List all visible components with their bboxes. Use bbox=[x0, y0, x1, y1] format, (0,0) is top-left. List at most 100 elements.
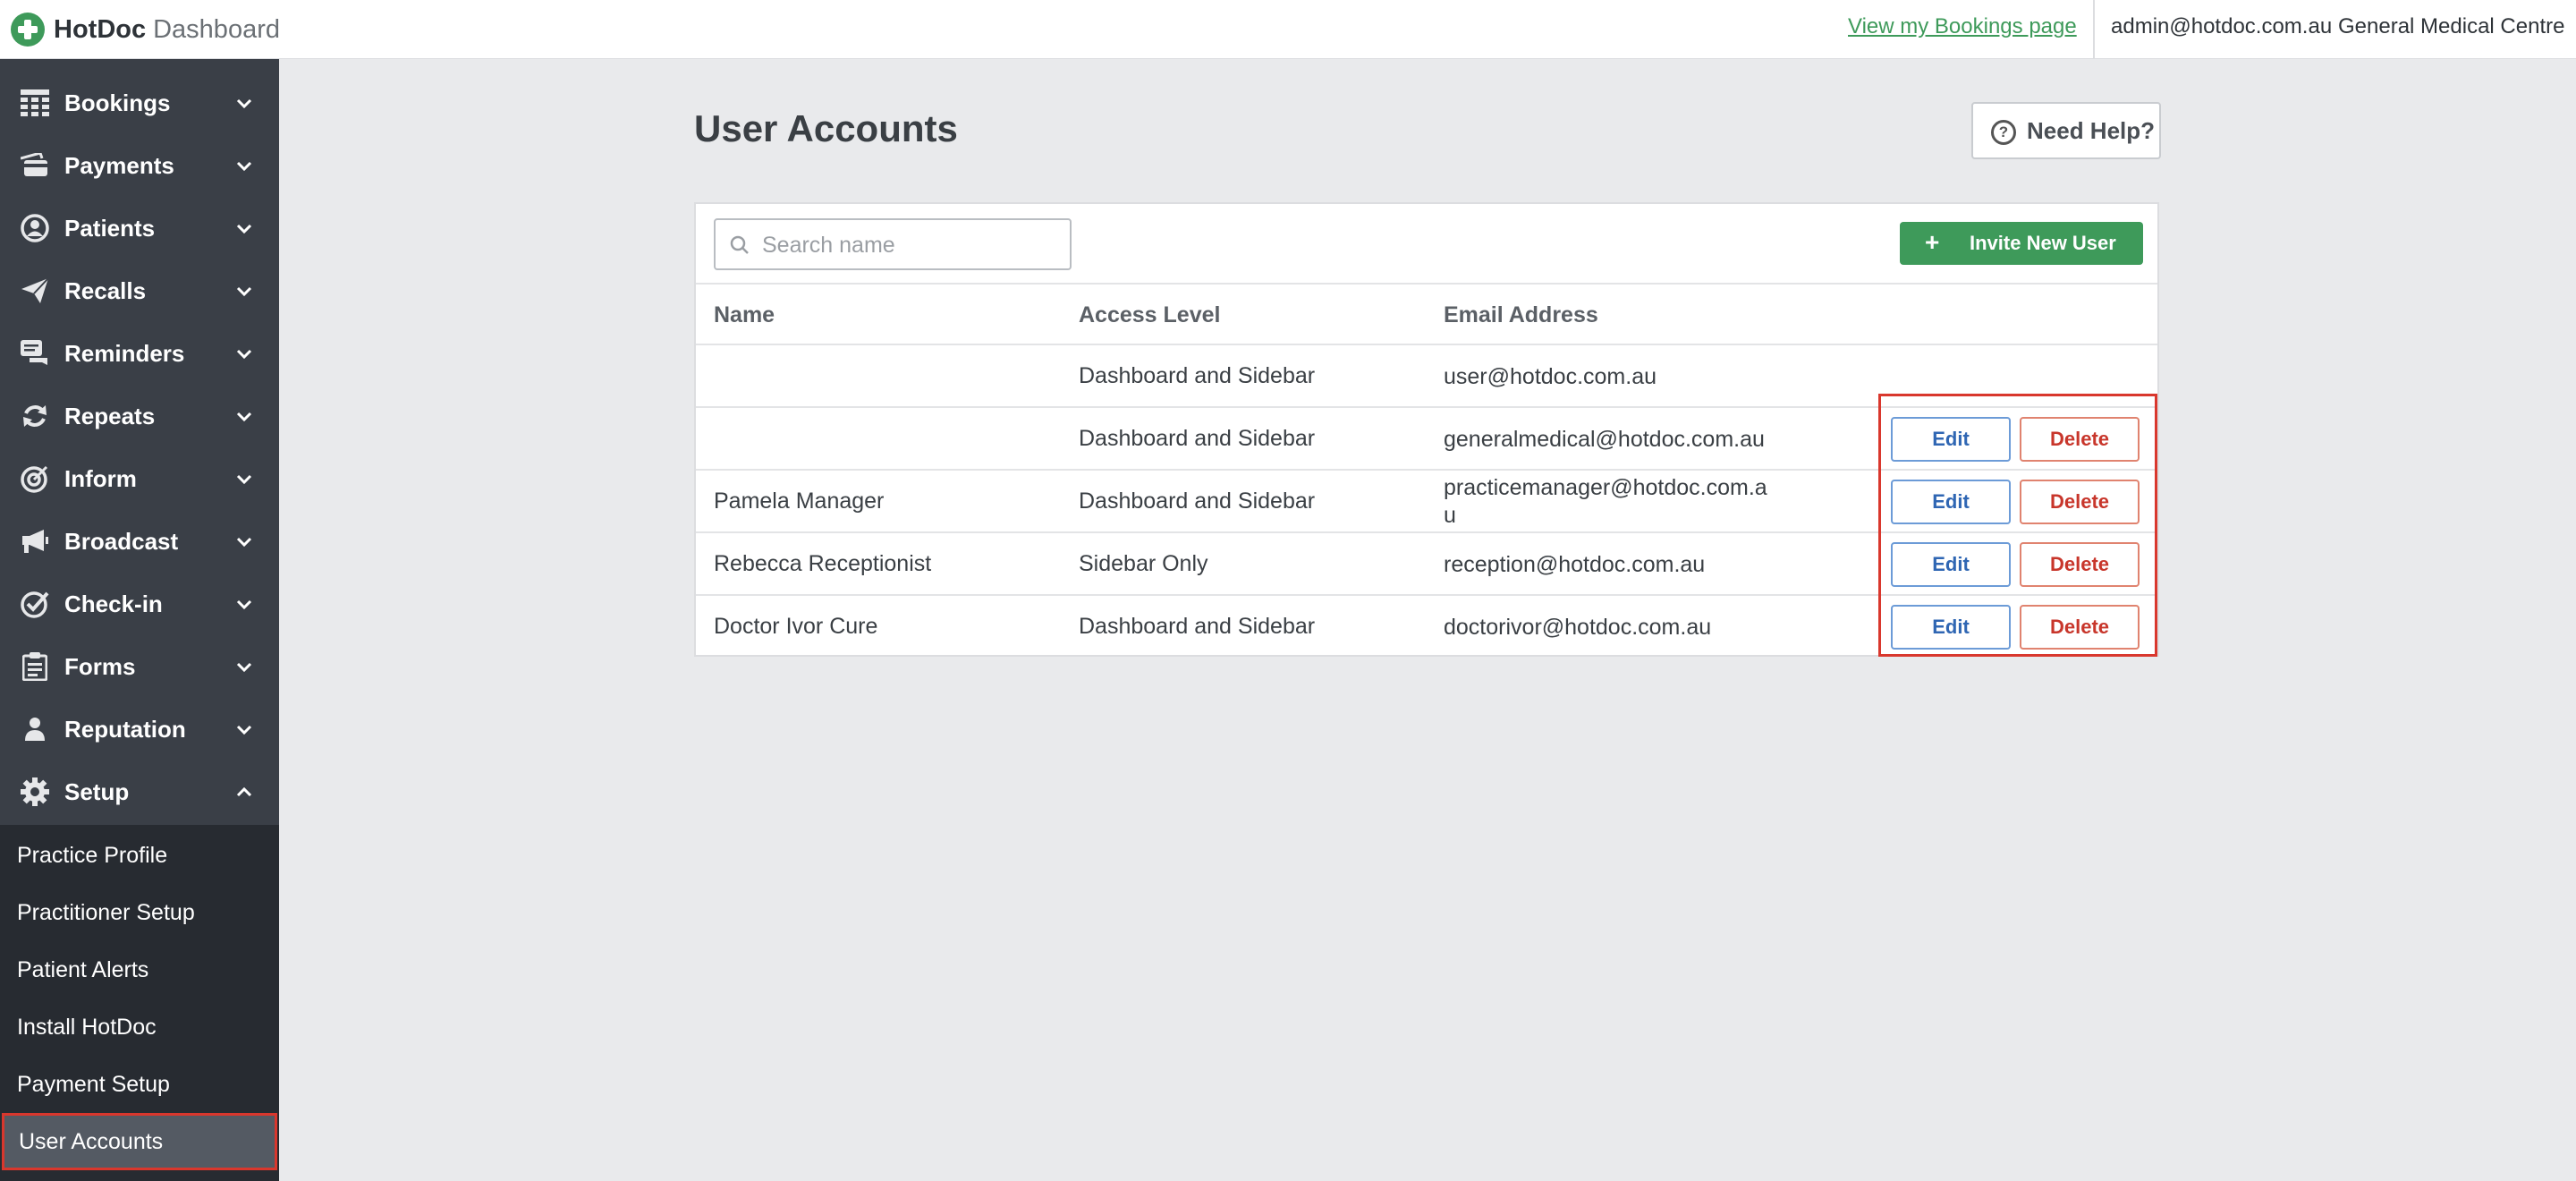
cell-email: generalmedical@hotdoc.com.au bbox=[1444, 427, 1765, 452]
sidebar-item-repeats[interactable]: Repeats bbox=[0, 385, 279, 447]
cell-access-level: Dashboard and Sidebar bbox=[1079, 614, 1316, 639]
megaphone-icon bbox=[20, 526, 50, 557]
column-header-access-level[interactable]: Access Level bbox=[1079, 302, 1220, 328]
practice-name[interactable]: General Medical Centre bbox=[2338, 14, 2564, 39]
sidebar-item-payments[interactable]: Payments bbox=[0, 134, 279, 197]
delete-button[interactable]: Delete bbox=[2020, 605, 2140, 650]
sidebar-item-label: Forms bbox=[64, 652, 136, 680]
cell-name: Rebecca Receptionist bbox=[714, 551, 932, 576]
header-divider bbox=[2093, 0, 2095, 59]
cell-email: user@hotdoc.com.au bbox=[1444, 364, 1657, 389]
table-row: Dashboard and Sidebar generalmedical@hot… bbox=[696, 408, 2157, 471]
invite-new-user-button[interactable]: + Invite New User bbox=[1900, 222, 2143, 265]
sidebar-item-label: Recalls bbox=[64, 276, 147, 304]
clipboard-icon bbox=[20, 651, 50, 682]
sidebar-item-label: Repeats bbox=[64, 402, 156, 429]
gear-icon bbox=[20, 777, 50, 807]
page-title: User Accounts bbox=[694, 107, 958, 149]
sidebar-item-reputation[interactable]: Reputation bbox=[0, 698, 279, 760]
sidebar-item-label: Broadcast bbox=[64, 527, 179, 555]
edit-button[interactable]: Edit bbox=[1891, 417, 2011, 462]
person-icon bbox=[20, 714, 50, 744]
sidebar: Bookings Payments Patients Recalls Remin… bbox=[0, 59, 279, 1181]
bookings-page-link[interactable]: View my Bookings page bbox=[1848, 14, 2077, 39]
cell-access-level: Dashboard and Sidebar bbox=[1079, 426, 1316, 451]
chevron-down-icon bbox=[236, 412, 252, 422]
need-help-label: Need Help? bbox=[2027, 116, 2156, 144]
cell-access-level: Sidebar Only bbox=[1079, 551, 1208, 576]
cell-name: Doctor Ivor Cure bbox=[714, 614, 878, 639]
sidebar-item-label: Reputation bbox=[64, 715, 186, 743]
chat-icon bbox=[20, 338, 50, 369]
setup-submenu: Practice Profile Practitioner Setup Pati… bbox=[0, 825, 279, 1181]
sidebar-item-recalls[interactable]: Recalls bbox=[0, 259, 279, 322]
target-icon bbox=[20, 463, 50, 494]
table-row: Pamela Manager Dashboard and Sidebar pra… bbox=[696, 471, 2157, 533]
calendar-grid-icon bbox=[20, 88, 50, 118]
sidebar-subitem-payment-setup[interactable]: Payment Setup bbox=[0, 1056, 279, 1113]
search-input[interactable] bbox=[762, 229, 1057, 261]
column-header-email[interactable]: Email Address bbox=[1444, 302, 1598, 328]
invite-label: Invite New User bbox=[1970, 232, 2116, 254]
table-row: Doctor Ivor Cure Dashboard and Sidebar d… bbox=[696, 596, 2157, 658]
chevron-down-icon bbox=[236, 98, 252, 109]
cell-email: reception@hotdoc.com.au bbox=[1444, 552, 1706, 577]
edit-button[interactable]: Edit bbox=[1891, 480, 2011, 524]
brand-sub: Dashboard bbox=[153, 14, 280, 44]
chevron-down-icon bbox=[236, 349, 252, 360]
cell-email: doctorivor@hotdoc.com.au bbox=[1444, 615, 1712, 640]
need-help-button[interactable]: ? Need Help? bbox=[1971, 102, 2161, 159]
column-header-name[interactable]: Name bbox=[714, 302, 775, 328]
edit-button[interactable]: Edit bbox=[1891, 542, 2011, 587]
sidebar-item-reminders[interactable]: Reminders bbox=[0, 322, 279, 385]
brand-name: HotDoc bbox=[54, 14, 147, 44]
chevron-down-icon bbox=[236, 224, 252, 234]
table-row: Dashboard and Sidebar user@hotdoc.com.au bbox=[696, 345, 2157, 408]
sidebar-item-bookings[interactable]: Bookings bbox=[0, 72, 279, 134]
cell-access-level: Dashboard and Sidebar bbox=[1079, 363, 1316, 388]
delete-button[interactable]: Delete bbox=[2020, 480, 2140, 524]
chevron-down-icon bbox=[236, 474, 252, 485]
edit-button[interactable]: Edit bbox=[1891, 605, 2011, 650]
sidebar-item-label: Patients bbox=[64, 214, 156, 242]
top-bar: HotDoc Dashboard View my Bookings page a… bbox=[0, 0, 2576, 59]
sidebar-subitem-patient-alerts[interactable]: Patient Alerts bbox=[0, 941, 279, 998]
sidebar-item-setup[interactable]: Setup bbox=[0, 760, 279, 823]
sidebar-item-label: Check-in bbox=[64, 590, 163, 617]
sidebar-item-label: Inform bbox=[64, 464, 137, 492]
chevron-down-icon bbox=[236, 599, 252, 610]
chevron-down-icon bbox=[236, 286, 252, 297]
check-circle-icon bbox=[20, 589, 50, 619]
chevron-down-icon bbox=[236, 725, 252, 735]
table-row: Rebecca Receptionist Sidebar Only recept… bbox=[696, 533, 2157, 596]
delete-button[interactable]: Delete bbox=[2020, 417, 2140, 462]
sidebar-item-inform[interactable]: Inform bbox=[0, 447, 279, 510]
sidebar-item-label: Setup bbox=[64, 777, 130, 805]
plus-icon: + bbox=[1925, 228, 1940, 256]
user-email[interactable]: admin@hotdoc.com.au bbox=[2111, 14, 2332, 39]
chevron-down-icon bbox=[236, 161, 252, 172]
chevron-down-icon bbox=[236, 537, 252, 548]
sidebar-item-forms[interactable]: Forms bbox=[0, 635, 279, 698]
sidebar-subitem-install-hotdoc[interactable]: Install HotDoc bbox=[0, 998, 279, 1056]
user-circle-icon bbox=[20, 213, 50, 243]
sidebar-subitem-practice-profile[interactable]: Practice Profile bbox=[0, 827, 279, 884]
sidebar-item-patients[interactable]: Patients bbox=[0, 197, 279, 259]
card-icon bbox=[20, 150, 50, 181]
paper-plane-icon bbox=[20, 276, 50, 306]
question-circle-icon: ? bbox=[1991, 120, 2016, 145]
search-icon bbox=[730, 235, 749, 254]
sidebar-item-broadcast[interactable]: Broadcast bbox=[0, 510, 279, 573]
sidebar-subitem-practitioner-setup[interactable]: Practitioner Setup bbox=[0, 884, 279, 941]
cell-email: practicemanager@hotdoc.com.au bbox=[1444, 475, 1767, 528]
delete-button[interactable]: Delete bbox=[2020, 542, 2140, 587]
chevron-down-icon bbox=[236, 662, 252, 673]
chevron-up-icon bbox=[236, 786, 252, 797]
sidebar-subitem-user-accounts[interactable]: User Accounts bbox=[2, 1113, 277, 1170]
brand[interactable]: HotDoc Dashboard bbox=[11, 13, 280, 47]
hotdoc-logo-icon bbox=[11, 13, 45, 47]
search-box[interactable] bbox=[714, 218, 1072, 270]
sidebar-item-check-in[interactable]: Check-in bbox=[0, 573, 279, 635]
table-header: Name Access Level Email Address bbox=[696, 283, 2157, 345]
cell-name: Pamela Manager bbox=[714, 489, 885, 514]
